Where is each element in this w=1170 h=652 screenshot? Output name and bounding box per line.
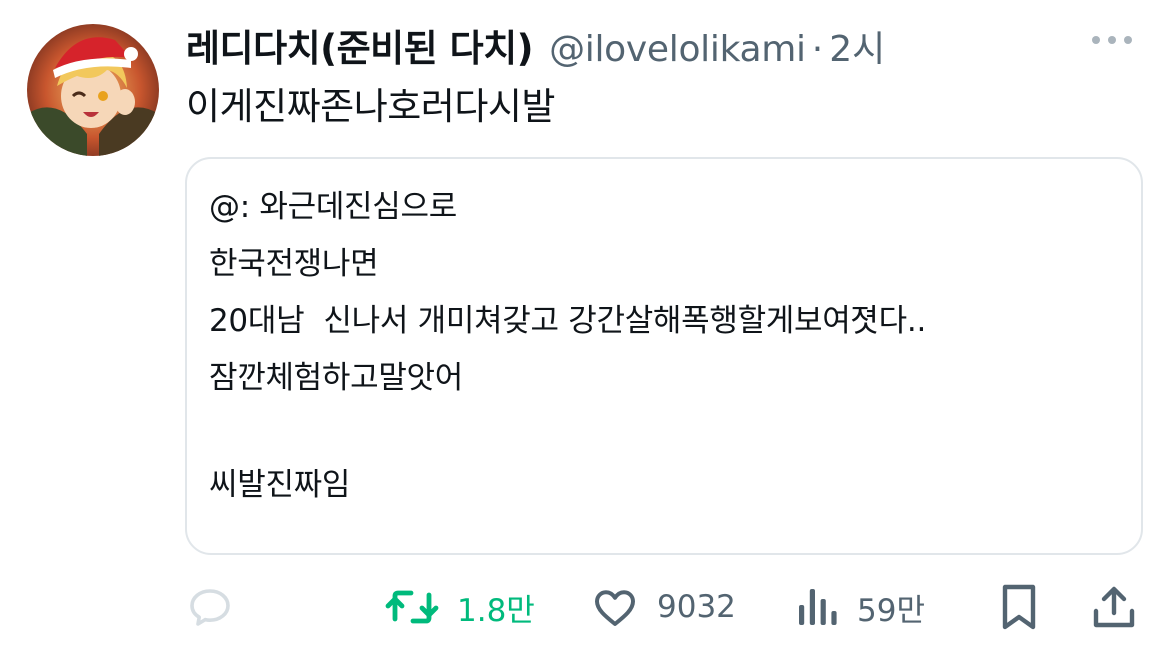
views-icon <box>799 589 837 625</box>
display-name[interactable]: 레디다치(준비된 다치) <box>186 18 534 72</box>
quoted-tweet[interactable]: @: 와근데진심으로 한국전쟁나면 20대남 신나서 개미쳐갖고 강간살해폭행할… <box>185 157 1143 555</box>
heart-icon <box>595 590 635 626</box>
user-handle[interactable]: @ilovelolikami <box>549 29 806 70</box>
like-button[interactable]: 9032 <box>591 580 736 634</box>
tweet-header: 레디다치(준비된 다치) @ilovelolikami · 2시 <box>186 18 885 70</box>
quote-line: 잠깐체험하고말앗어 <box>209 360 463 396</box>
avatar-image <box>27 24 159 156</box>
action-bar: 1.8만 9032 59만 <box>0 580 1170 640</box>
views-count: 59만 <box>857 592 925 629</box>
like-count: 9032 <box>657 589 736 625</box>
quote-line: 씨발진짜임 <box>209 467 351 503</box>
quote-line: 20대남 신나서 개미쳐갖고 강간살해폭행할게보여졋다.. <box>209 303 927 339</box>
quote-line: @: 와근데진심으로 <box>209 189 457 225</box>
tweet: 레디다치(준비된 다치) @ilovelolikami · 2시 이게진짜존나호… <box>0 0 1170 652</box>
reply-icon <box>190 589 230 626</box>
retweet-count: 1.8만 <box>457 592 535 629</box>
share-icon <box>1093 586 1135 628</box>
bookmark-button[interactable] <box>999 580 1039 634</box>
avatar[interactable] <box>27 24 159 156</box>
retweet-icon <box>385 590 439 624</box>
timestamp[interactable]: 2시 <box>829 20 885 72</box>
quote-line: 한국전쟁나면 <box>209 246 379 282</box>
tweet-text: 이게진짜존나호러다시발 <box>186 85 555 128</box>
views-button[interactable]: 59만 <box>797 580 925 634</box>
reply-button[interactable] <box>186 580 252 634</box>
retweet-button[interactable]: 1.8만 <box>385 580 535 634</box>
share-button[interactable] <box>1092 580 1136 634</box>
more-options-icon[interactable] <box>1092 30 1142 50</box>
separator-dot: · <box>811 29 824 70</box>
bookmark-icon <box>1002 584 1036 630</box>
